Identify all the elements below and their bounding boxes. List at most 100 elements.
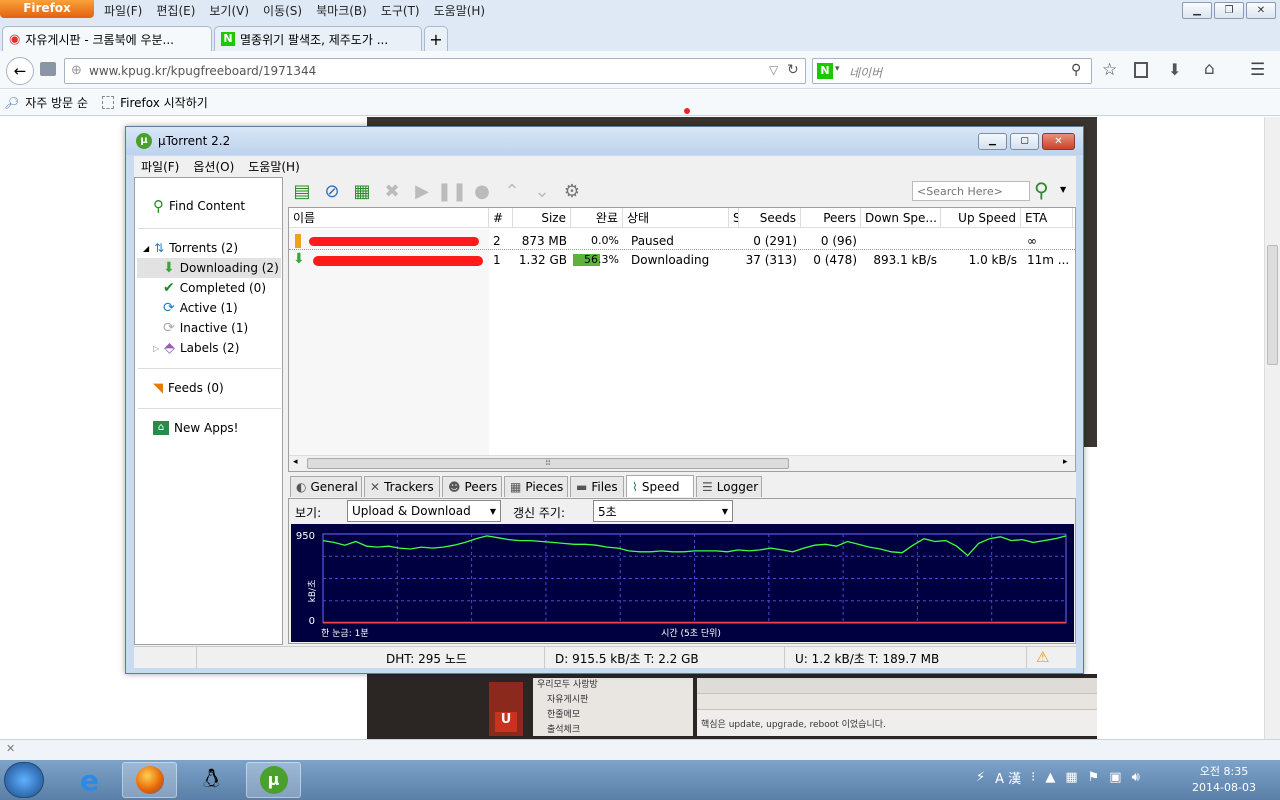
tab-logger[interactable]: ☰ Logger [696, 476, 762, 497]
sidebar-find-content[interactable]: ⚲ Find Content [153, 196, 245, 216]
utorrent-taskbar-button[interactable]: µ [246, 762, 301, 798]
scrollbar-thumb[interactable] [1267, 245, 1278, 365]
menu-view[interactable]: 보기(V) [209, 2, 249, 19]
add-torrent-icon[interactable]: ▤ [290, 179, 314, 203]
close-icon[interactable]: ✕ [6, 742, 15, 755]
col-up-speed[interactable]: Up Speed [941, 208, 1021, 228]
network-icon[interactable]: ▦ [1065, 770, 1077, 785]
col-status[interactable]: 상태 [623, 208, 729, 228]
firefox-app-button[interactable]: Firefox [0, 0, 94, 18]
engine-dropdown-icon[interactable]: ▾ [835, 64, 840, 74]
scroll-left-icon[interactable]: ◂ [293, 457, 298, 467]
torrent-search-input[interactable] [912, 181, 1030, 201]
start-icon[interactable]: ▶ [410, 179, 434, 203]
sidebar-active[interactable]: ⟳ Active (1) [163, 298, 238, 318]
tab-pieces[interactable]: ▦ Pieces [504, 476, 568, 497]
tab-kpug[interactable]: ◉ 자유게시판 - 크롬북에 우분... [2, 26, 212, 51]
menu-bookmarks[interactable]: 북마크(B) [316, 2, 367, 19]
table-row[interactable]: ⬇ 1 1.32 GB 56.3% Downloading 37 (313) 0… [289, 251, 1075, 269]
ime-options-icon[interactable]: ⁝ [1031, 770, 1035, 785]
pause-icon[interactable]: ❚❚ [437, 179, 467, 203]
tab-trackers[interactable]: ✕ Trackers [364, 476, 440, 497]
home-icon[interactable]: ⌂ [1204, 59, 1215, 79]
download-icon[interactable]: ⬇ [1168, 60, 1181, 79]
display-icon[interactable]: ▣ [1109, 770, 1121, 785]
sidebar-labels[interactable]: ▷ ⬘ Labels (2) [153, 338, 239, 358]
ie-taskbar-icon[interactable]: e [62, 762, 117, 798]
search-bar[interactable]: N ▾ 네이버 ⚲ [812, 58, 1092, 84]
reload-icon[interactable]: ↻ [787, 62, 799, 78]
search-input[interactable]: 네이버 [849, 64, 882, 81]
view-select[interactable]: Upload & Download ▼ [347, 500, 501, 522]
site-menu-item[interactable]: 출석체크 [537, 723, 693, 738]
list-hscrollbar[interactable]: ◂ ⦙⦙⦙ ▸ [289, 455, 1075, 471]
site-menu-item[interactable]: 한줄메모 [537, 708, 693, 723]
ut-close-button[interactable]: ✕ [1042, 133, 1075, 150]
col-peers[interactable]: Peers [801, 208, 861, 228]
sidebar-completed[interactable]: ✔ Completed (0) [163, 278, 266, 298]
tab-files[interactable]: ▬ Files [570, 476, 624, 497]
menu-tools[interactable]: 도구(T) [381, 2, 420, 19]
dropdown-icon[interactable]: ▽ [769, 63, 778, 77]
scroll-right-icon[interactable]: ▸ [1063, 457, 1068, 467]
menu-help[interactable]: 도움말(H) [434, 2, 486, 19]
col-seeds[interactable]: Seeds [739, 208, 801, 228]
preferences-gear-icon[interactable]: ⚙ [560, 179, 584, 203]
tab-general[interactable]: ◐ General [290, 476, 362, 497]
ut-menu-help[interactable]: 도움말(H) [248, 158, 300, 175]
ime-indicator[interactable]: A 漢 [995, 768, 1021, 787]
tab-peers[interactable]: ☻ Peers [442, 476, 502, 497]
create-torrent-icon[interactable]: ▦ [350, 179, 374, 203]
firefox-taskbar-button[interactable] [122, 762, 177, 798]
tray-expand-icon[interactable]: ▲ [1045, 770, 1055, 785]
start-button[interactable] [4, 762, 44, 798]
sidebar-torrents[interactable]: ◢ ⇅ Torrents (2) [143, 238, 238, 258]
bookmark-getting-started[interactable]: Firefox 시작하기 [120, 94, 208, 111]
search-icon[interactable]: ⚲ [1071, 62, 1081, 78]
star-icon[interactable]: ☆ [1102, 60, 1117, 80]
ut-minimize-button[interactable]: ▁ [978, 133, 1007, 150]
table-row[interactable]: 2 873 MB 0.0% Paused 0 (291) 0 (96) ∞ [289, 232, 1075, 250]
col-name[interactable]: 이름 [289, 208, 489, 228]
url-bar[interactable]: ⊕ www.kpug.kr/kpugfreeboard/1971344 ▽ ↻ [64, 58, 806, 84]
tab-naver[interactable]: N 멸종위기 팔색조, 제주도가 ... [214, 26, 422, 51]
sidebar-inactive[interactable]: ⟳ Inactive (1) [163, 318, 248, 338]
naver-engine-icon[interactable]: N [817, 63, 833, 79]
penguin-taskbar-icon[interactable]: 🐧︎ [184, 762, 239, 798]
ut-maximize-button[interactable]: ▢ [1010, 133, 1039, 150]
ime-toggle-icon[interactable]: ⚡ [976, 770, 985, 785]
remove-icon[interactable]: ✖ [380, 179, 404, 203]
col-size[interactable]: Size [513, 208, 571, 228]
search-dropdown-icon[interactable]: ▼ [1060, 185, 1066, 194]
hamburger-menu-icon[interactable]: ☰ [1250, 60, 1265, 80]
bookmarks-list-icon[interactable] [1134, 62, 1148, 78]
restore-button[interactable]: ❐ [1214, 2, 1244, 19]
site-menu-item[interactable]: 자유게시판 [537, 693, 693, 708]
col-eta[interactable]: ETA [1021, 208, 1073, 228]
bookmark-most-visited[interactable]: 자주 방문 순 [25, 94, 88, 111]
interval-select[interactable]: 5초 ▼ [593, 500, 733, 522]
minimize-button[interactable]: ▁ [1182, 2, 1212, 19]
warning-icon[interactable]: ⚠ [1036, 648, 1049, 666]
sidebar-downloading[interactable]: ⬇ Downloading (2) [137, 258, 281, 278]
col-down-speed[interactable]: Down Spe... [861, 208, 941, 228]
sidebar-feeds[interactable]: ◥ Feeds (0) [153, 378, 224, 398]
back-icon[interactable]: ← [6, 57, 34, 85]
editor-text[interactable]: 핵심은 update, upgrade, reboot 이었습니다. [697, 710, 1097, 737]
menu-edit[interactable]: 편집(E) [156, 2, 195, 19]
stop-icon[interactable]: ● [470, 179, 494, 203]
search-icon[interactable]: ⚲ [1034, 178, 1049, 202]
col-done[interactable]: 완료 [571, 208, 623, 228]
ut-menu-file[interactable]: 파일(F) [141, 158, 179, 175]
scrollbar-thumb[interactable]: ⦙⦙⦙ [307, 458, 789, 469]
close-button[interactable]: ✕ [1246, 2, 1276, 19]
move-up-icon[interactable]: ⌃ [500, 179, 524, 203]
tab-speed[interactable]: ⌇ Speed [626, 475, 694, 497]
col-s[interactable]: S [729, 208, 739, 228]
volume-icon[interactable]: 🔊︎ [1132, 770, 1140, 785]
flag-icon[interactable]: ⚑ [1088, 770, 1100, 785]
move-down-icon[interactable]: ⌄ [530, 179, 554, 203]
menu-go[interactable]: 이동(S) [263, 2, 302, 19]
clock[interactable]: 오전 8:35 2014-08-03 [1182, 764, 1266, 796]
menu-file[interactable]: 파일(F) [104, 2, 142, 19]
